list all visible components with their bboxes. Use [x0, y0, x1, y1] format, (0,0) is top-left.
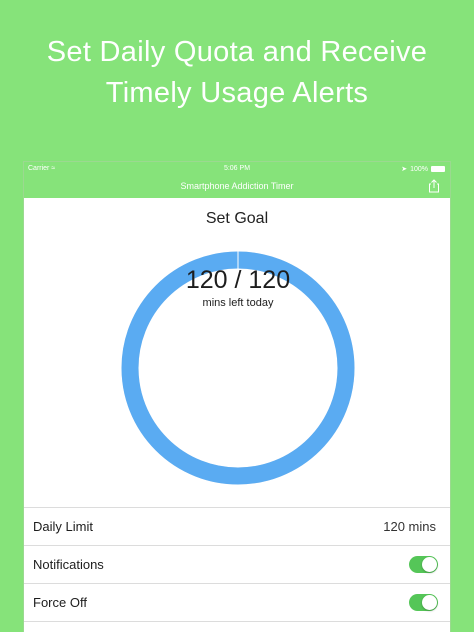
marketing-headline: Set Daily Quota and Receive Timely Usage… — [0, 32, 474, 114]
battery-status: ➤ 100% — [401, 165, 445, 173]
battery-icon — [431, 166, 445, 172]
notifications-toggle[interactable] — [409, 556, 438, 573]
location-icon: ➤ — [401, 166, 408, 173]
force-off-label: Force Off — [33, 595, 87, 610]
device-screen: Carrier ≈ 5:06 PM ➤ 100% Smartphone Addi… — [23, 161, 451, 632]
headline-line-2: Timely Usage Alerts — [105, 77, 369, 109]
force-off-row: Force Off — [24, 583, 450, 621]
status-bar: Carrier ≈ 5:06 PM ➤ 100% — [24, 162, 450, 176]
nav-title: Smartphone Addiction Timer — [180, 181, 294, 191]
daily-limit-row[interactable]: Daily Limit 120 mins — [24, 507, 450, 545]
status-time: 5:06 PM — [223, 165, 251, 172]
minutes-subtitle: mins left today — [202, 297, 274, 309]
nav-bar: Smartphone Addiction Timer — [24, 176, 450, 198]
list-row-partial — [24, 621, 450, 632]
settings-list: Daily Limit 120 mins Notifications Force… — [24, 507, 450, 632]
page-title: Set Goal — [205, 210, 269, 227]
toggle-knob — [422, 595, 437, 610]
headline-line-1: Set Daily Quota and Receive — [46, 36, 428, 68]
minutes-count: 120 / 120 — [185, 266, 291, 294]
force-off-toggle[interactable] — [409, 594, 438, 611]
battery-percent: 100% — [410, 165, 428, 173]
toggle-knob — [422, 557, 437, 572]
ring-readout: 120 / 120 mins left today — [24, 266, 450, 309]
daily-limit-label: Daily Limit — [33, 519, 93, 534]
notifications-row: Notifications — [24, 545, 450, 583]
share-icon[interactable] — [428, 179, 440, 200]
daily-limit-value: 120 mins — [383, 519, 436, 534]
notifications-label: Notifications — [33, 557, 104, 572]
